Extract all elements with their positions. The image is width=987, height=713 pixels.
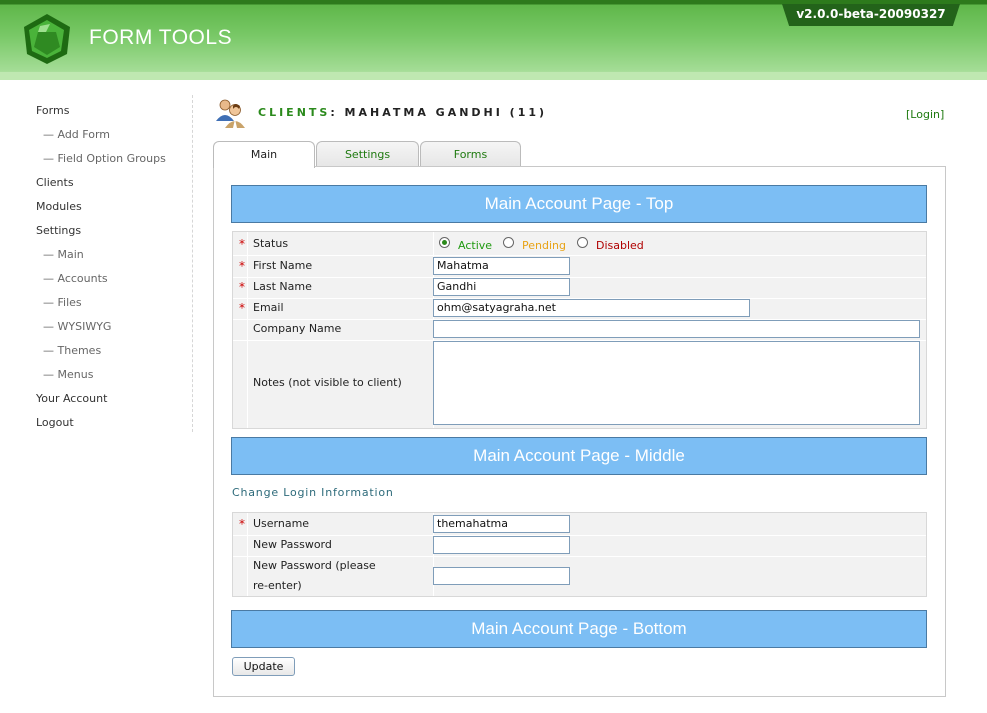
page-title-client: : MAHATMA GANDHI (11) <box>330 106 548 119</box>
reenter-password-label-line1: New Password (please <box>253 559 376 572</box>
first-name-input[interactable]: Mahatma <box>433 257 570 275</box>
required-mark: * <box>239 517 245 531</box>
reenter-password-row: New Password (please re-enter) <box>233 556 926 596</box>
notes-label: Notes (not visible to client) <box>253 376 402 389</box>
sidebar-item-add-form[interactable]: — Add Form <box>43 128 110 141</box>
tab-settings[interactable]: Settings <box>316 141 419 167</box>
login-link[interactable]: [Login] <box>906 108 944 121</box>
first-name-label: First Name <box>253 259 313 272</box>
username-input[interactable]: themahatma <box>433 515 570 533</box>
sidebar-item-forms[interactable]: Forms <box>36 104 69 117</box>
header-bar: FORM TOOLS v2.0.0-beta-20090327 <box>0 0 987 80</box>
email-input[interactable]: ohm@satyagraha.net <box>433 299 750 317</box>
page-title-section: CLIENTS <box>258 106 331 119</box>
first-name-row: * First Name Mahatma <box>233 256 926 278</box>
company-label: Company Name <box>253 322 342 335</box>
sidebar-nav: Forms — Add Form — Field Option Groups C… <box>0 95 193 432</box>
status-active-radio[interactable] <box>439 237 450 248</box>
sidebar-item-wysiwyg[interactable]: — WYSIWYG <box>43 320 111 333</box>
page-title: CLIENTS: MAHATMA GANDHI (11) <box>258 106 547 119</box>
section-heading-bottom: Main Account Page - Bottom <box>231 610 927 648</box>
new-password-row: New Password <box>233 535 926 557</box>
sidebar-item-themes[interactable]: — Themes <box>43 344 101 357</box>
status-disabled-radio[interactable] <box>577 237 588 248</box>
header-bottom-band <box>0 72 987 80</box>
status-disabled-label[interactable]: Disabled <box>596 239 644 252</box>
reenter-password-input[interactable] <box>433 567 570 585</box>
notes-row: Notes (not visible to client) <box>233 340 926 426</box>
email-row: * Email ohm@satyagraha.net <box>233 298 926 320</box>
status-row: * Status Active Pending Disabled <box>233 234 926 256</box>
section-heading-top: Main Account Page - Top <box>231 185 927 223</box>
sidebar-item-modules[interactable]: Modules <box>36 200 82 213</box>
sidebar-item-field-option-groups[interactable]: — Field Option Groups <box>43 152 166 165</box>
sidebar-item-accounts[interactable]: — Accounts <box>43 272 108 285</box>
status-pending-label[interactable]: Pending <box>522 239 566 252</box>
required-mark: * <box>239 237 245 251</box>
sidebar-item-main[interactable]: — Main <box>43 248 84 261</box>
last-name-label: Last Name <box>253 280 312 293</box>
sidebar-item-settings[interactable]: Settings <box>36 224 81 237</box>
status-label: Status <box>253 237 289 250</box>
update-button[interactable]: Update <box>232 657 295 676</box>
tab-forms[interactable]: Forms <box>420 141 521 167</box>
required-mark: * <box>239 259 245 273</box>
sidebar-item-logout[interactable]: Logout <box>36 416 74 429</box>
last-name-input[interactable]: Gandhi <box>433 278 570 296</box>
new-password-label: New Password <box>253 538 332 551</box>
sidebar-item-clients[interactable]: Clients <box>36 176 74 189</box>
brand-title: FORM TOOLS <box>89 26 233 49</box>
reenter-password-label-line2: re-enter) <box>253 579 302 592</box>
notes-textarea[interactable] <box>433 341 920 425</box>
sidebar-item-your-account[interactable]: Your Account <box>36 392 107 405</box>
tab-main[interactable]: Main <box>213 141 315 168</box>
email-label: Email <box>253 301 284 314</box>
login-info-table: * Username themahatma New Password New P… <box>232 512 927 597</box>
username-row: * Username themahatma <box>233 514 926 536</box>
sidebar-item-files[interactable]: — Files <box>43 296 82 309</box>
required-mark: * <box>239 301 245 315</box>
section-heading-middle: Main Account Page - Middle <box>231 437 927 475</box>
sidebar-item-menus[interactable]: — Menus <box>43 368 93 381</box>
username-label: Username <box>253 517 310 530</box>
version-badge: v2.0.0-beta-20090327 <box>782 4 960 26</box>
company-input[interactable] <box>433 320 920 338</box>
account-details-table: * Status Active Pending Disabled * First… <box>232 231 927 429</box>
status-active-label[interactable]: Active <box>458 239 492 252</box>
clients-users-icon <box>216 99 245 128</box>
required-mark: * <box>239 280 245 294</box>
change-login-heading: Change Login Information <box>232 486 394 499</box>
new-password-input[interactable] <box>433 536 570 554</box>
form-tools-logo-icon <box>24 14 70 64</box>
status-pending-radio[interactable] <box>503 237 514 248</box>
last-name-row: * Last Name Gandhi <box>233 277 926 299</box>
company-row: Company Name <box>233 319 926 341</box>
